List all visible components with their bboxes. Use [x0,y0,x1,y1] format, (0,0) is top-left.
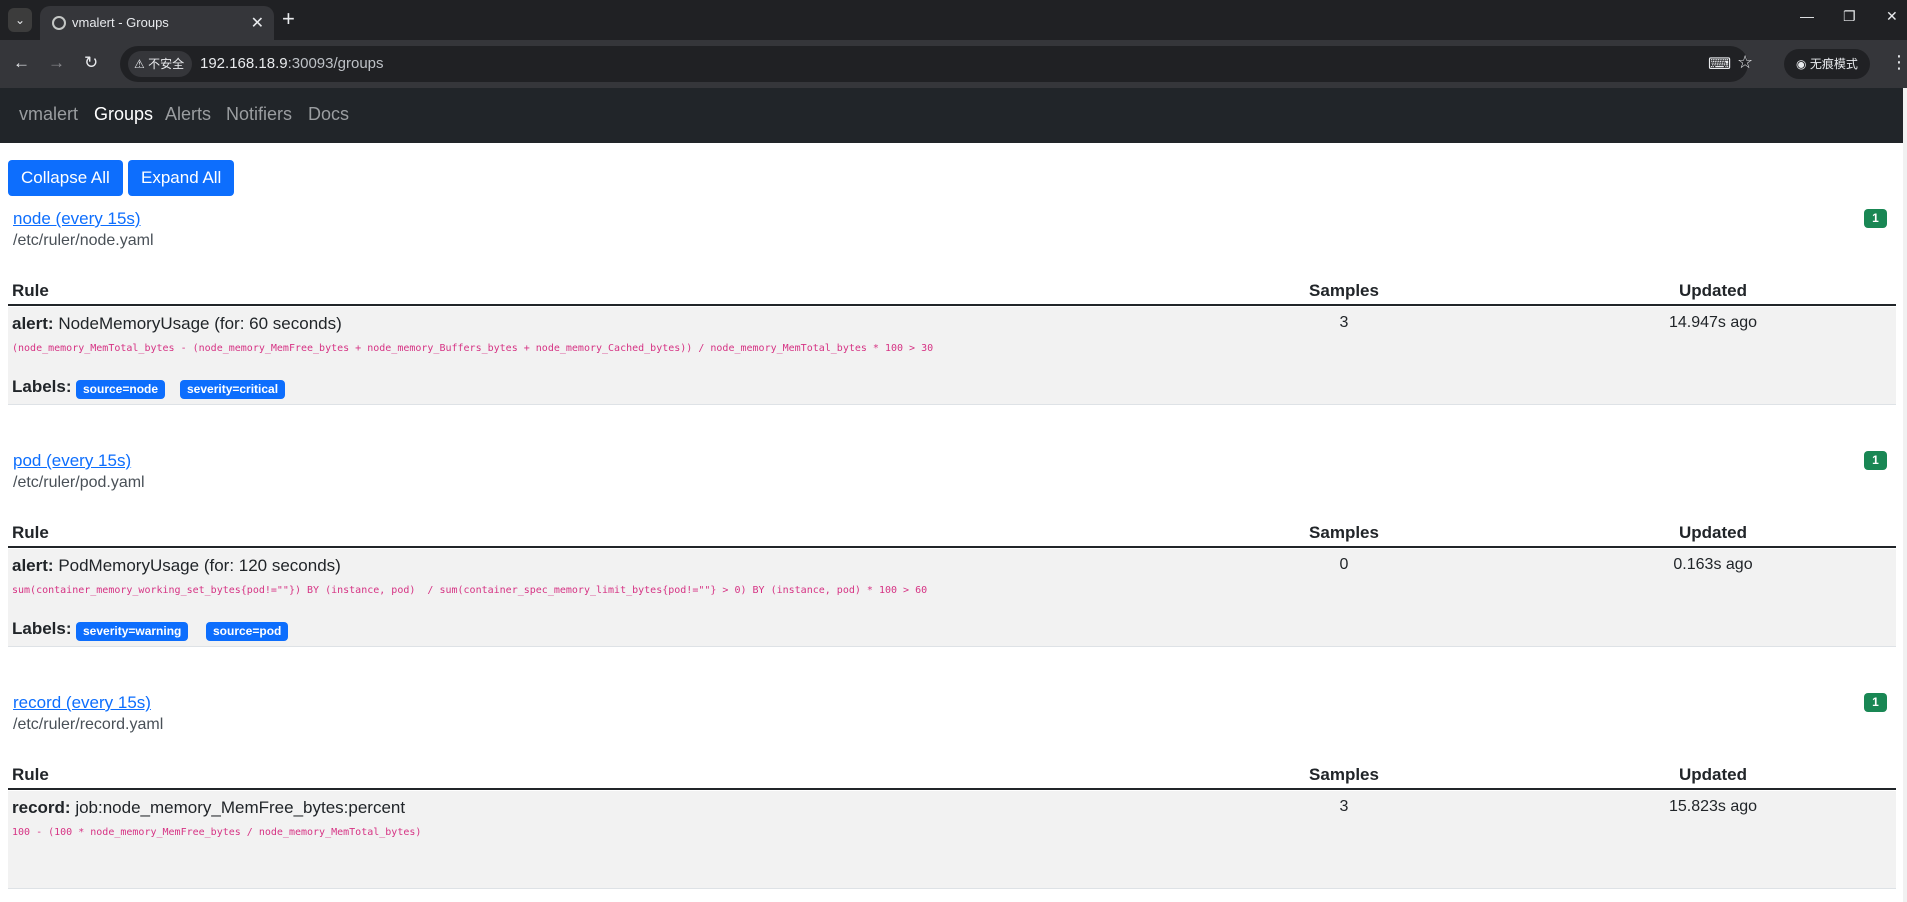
reload-icon[interactable]: ↻ [84,52,98,74]
rule-count-badge: 1 [1864,209,1887,228]
label-badge: source=node [76,380,166,399]
rule-samples: 3 [1339,798,1349,815]
collapse-all-button[interactable]: Collapse All [8,160,123,196]
top-navbar: vmalert Groups Alerts Notifiers Docs [0,88,1903,143]
group-file-path: /etc/ruler/node.yaml [13,232,154,249]
url-text[interactable]: 192.168.18.9:30093/groups [200,55,384,72]
security-indicator[interactable]: ⚠ 不安全 [128,51,193,77]
column-header-samples: Samples [1309,523,1379,542]
globe-icon [52,16,66,30]
tab-search-icon[interactable]: ⌄ [8,8,32,32]
nav-item-alerts[interactable]: Alerts [165,104,211,125]
translate-icon[interactable]: ⌨ [1708,54,1731,74]
column-header-rule: Rule [12,765,49,784]
rule-title: alert: NodeMemoryUsage (for: 60 seconds) [12,314,342,334]
rule-updated: 0.163s ago [1673,556,1753,573]
label-badge: severity=critical [180,380,286,399]
rule-name: PodMemoryUsage (for: 120 seconds) [58,556,341,575]
label-badge: severity=warning [76,622,189,641]
rule-expression: 100 - (100 * node_memory_MemFree_bytes /… [12,827,422,838]
rule-title: alert: PodMemoryUsage (for: 120 seconds) [12,556,341,576]
rule-expression: (node_memory_MemTotal_bytes - (node_memo… [12,343,934,354]
column-header-samples: Samples [1309,281,1379,300]
kebab-menu-icon[interactable]: ⋮ [1890,52,1907,73]
rule-count-badge: 1 [1864,451,1887,470]
rule-kind: record: [12,798,71,817]
group-file-path: /etc/ruler/pod.yaml [13,474,145,491]
security-label: 不安全 [148,57,185,71]
column-header-samples: Samples [1309,765,1379,784]
table-row[interactable]: alert: PodMemoryUsage (for: 120 seconds)… [8,549,1896,647]
star-icon[interactable]: ☆ [1737,52,1753,73]
back-icon[interactable]: ← [13,52,30,74]
incognito-label: 无痕模式 [1809,57,1858,71]
rule-name: NodeMemoryUsage (for: 60 seconds) [58,314,342,333]
close-window-icon[interactable]: ✕ [1886,8,1898,25]
column-header-rule: Rule [12,281,49,300]
group-title-link[interactable]: pod (every 15s) [13,451,131,471]
table-row[interactable]: alert: NodeMemoryUsage (for: 60 seconds)… [8,307,1896,405]
tab-title: vmalert - Groups [72,15,169,30]
forward-icon[interactable]: → [48,52,65,74]
rules-table-header: Rule Samples Updated [8,520,1896,548]
address-bar[interactable]: ⚠ 不安全 192.168.18.9:30093/groups ⌨ ☆ [120,46,1753,82]
column-header-updated: Updated [1679,765,1747,784]
rule-expression: sum(container_memory_working_set_bytes{p… [12,585,928,596]
rule-samples: 3 [1339,314,1349,331]
column-header-rule: Rule [12,523,49,542]
group-title-link[interactable]: node (every 15s) [13,209,141,229]
nav-item-docs[interactable]: Docs [308,104,349,125]
column-header-updated: Updated [1679,523,1747,542]
rule-samples: 0 [1339,556,1349,573]
rules-table-header: Rule Samples Updated [8,278,1896,306]
rule-kind: alert: [12,556,54,575]
table-row[interactable]: record: job:node_memory_MemFree_bytes:pe… [8,791,1896,889]
group-file-path: /etc/ruler/record.yaml [13,716,164,733]
labels-heading: Labels: [12,377,72,396]
column-header-updated: Updated [1679,281,1747,300]
close-icon[interactable]: ✕ [251,13,264,33]
incognito-indicator[interactable]: ◉ 无痕模式 [1784,49,1870,79]
label-badge: source=pod [206,622,289,641]
nav-item-notifiers[interactable]: Notifiers [226,104,292,125]
browser-tab[interactable]: vmalert - Groups ✕ [40,6,274,40]
warning-icon: ⚠ [134,57,145,71]
labels-heading: Labels: [12,619,72,638]
restore-icon[interactable]: ❐ [1843,8,1856,25]
browser-toolbar: ← → ↻ ⚠ 不安全 192.168.18.9:30093/groups ⌨ … [0,40,1907,88]
rule-count-badge: 1 [1864,693,1887,712]
expand-all-button[interactable]: Expand All [128,160,235,196]
nav-item-groups[interactable]: Groups [94,104,153,125]
plus-icon[interactable]: + [282,7,295,31]
rule-title: record: job:node_memory_MemFree_bytes:pe… [12,798,405,818]
page-viewport: vmalert Groups Alerts Notifiers Docs Col… [0,88,1907,902]
incognito-icon: ◉ [1796,57,1807,71]
rule-updated: 15.823s ago [1668,798,1758,815]
scrollbar[interactable] [1903,88,1907,902]
rule-name: job:node_memory_MemFree_bytes:percent [75,798,406,817]
url-host: 192.168.18.9 [200,55,288,72]
rule-kind: alert: [12,314,54,333]
browser-tab-strip: ⌄ vmalert - Groups ✕ + — ❐ ✕ [0,0,1907,40]
group-title-link[interactable]: record (every 15s) [13,693,151,713]
nav-brand[interactable]: vmalert [19,104,78,125]
url-path: :30093/groups [287,55,384,72]
rules-table-header: Rule Samples Updated [8,762,1896,790]
minimize-icon[interactable]: — [1800,8,1814,24]
rule-updated: 14.947s ago [1668,314,1758,331]
